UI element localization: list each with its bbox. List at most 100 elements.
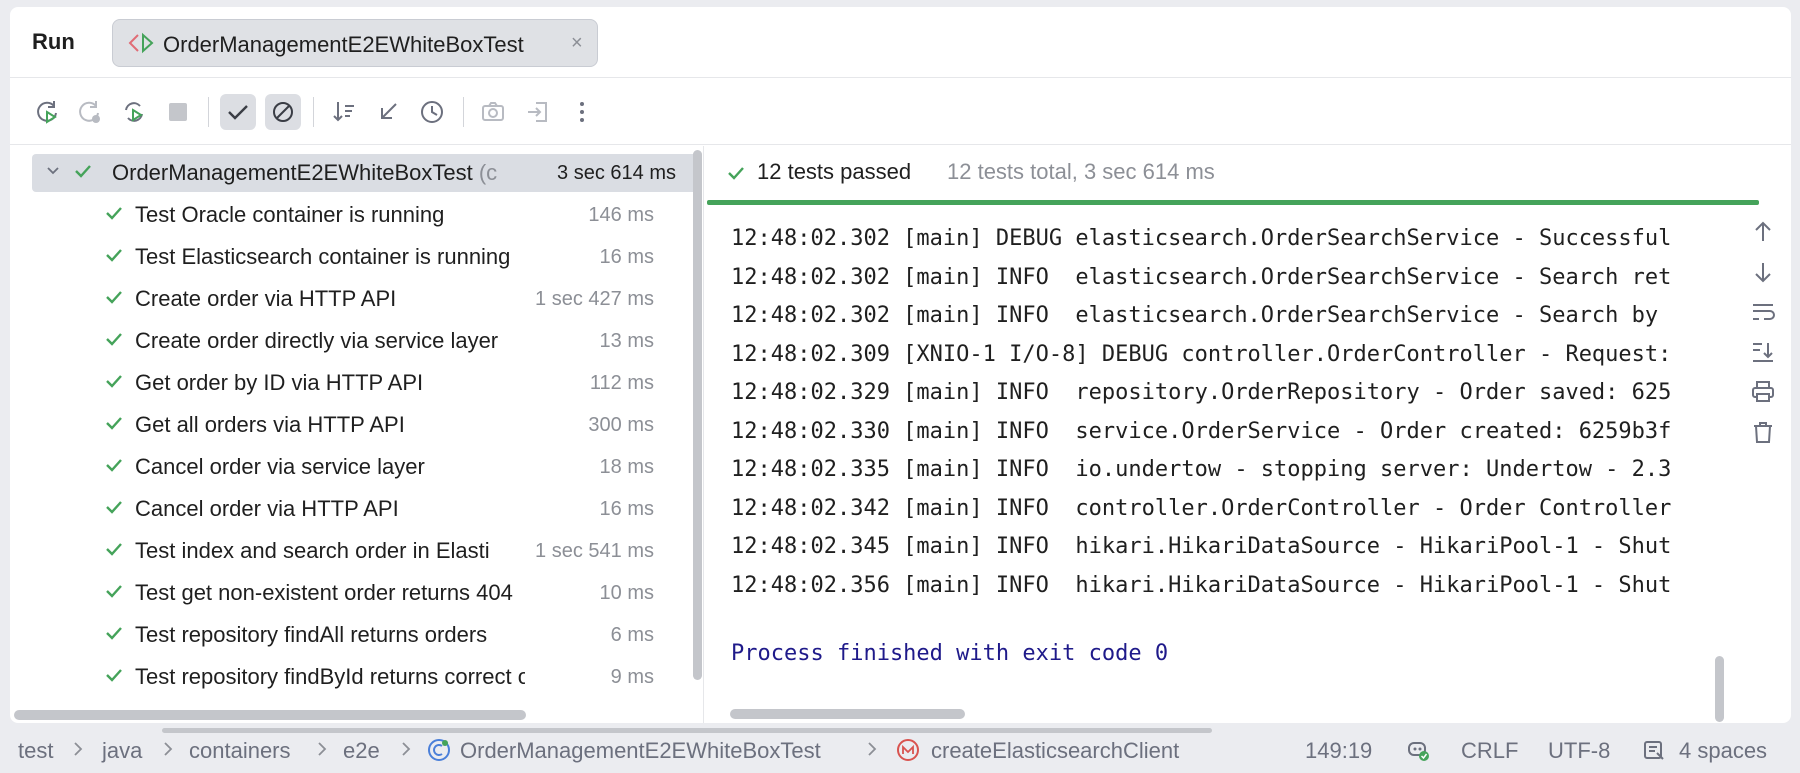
check-icon [106,333,122,346]
chevron-right-icon [402,742,411,756]
history-icon[interactable] [414,94,450,130]
test-row-label: Test Oracle container is running [135,202,445,227]
soft-wrap-icon[interactable] [1745,294,1781,330]
test-row[interactable]: Test Oracle container is running 146 ms [10,196,696,234]
show-ignored-icon[interactable] [265,94,301,130]
test-row[interactable]: Cancel order via HTTP API 16 ms [10,490,696,528]
check-icon [106,459,122,472]
toolbar-divider [208,97,209,127]
test-row-label: Test index and search order in Elasti [135,538,490,563]
caret-position[interactable]: 149:19 [1305,738,1372,764]
chevron-right-icon [868,742,877,756]
breadcrumb-e2e[interactable]: e2e [343,738,380,764]
run-toolbar [10,79,1791,145]
log-line: 12:48:02.345 [main] INFO hikari.HikariDa… [731,534,1672,559]
console-output[interactable]: 12:48:02.302 [main] DEBUG elasticsearch.… [705,206,1735,686]
test-row[interactable]: Create order directly via service layer 1… [10,322,696,360]
line-ending[interactable]: CRLF [1461,738,1518,764]
test-row-label: Get all orders via HTTP API [135,412,405,437]
tree-root-time: 3 sec 614 ms [557,162,676,184]
test-row[interactable]: Test repository findById returns correct… [10,658,696,696]
arrow-down-icon[interactable] [1745,254,1781,290]
check-icon [106,417,122,430]
sort-icon[interactable] [326,94,362,130]
test-row-time: 9 ms [610,666,654,688]
check-icon [106,375,122,388]
close-icon[interactable]: × [571,32,583,55]
show-passed-icon[interactable] [220,94,256,130]
test-status-line: 12 tests passed 12 tests total, 3 sec 61… [705,146,1791,202]
check-icon [106,627,122,640]
test-row-label: Cancel order via service layer [135,454,425,479]
check-icon [106,501,122,514]
trash-icon[interactable] [1745,414,1781,450]
check-icon [75,165,91,178]
more-icon[interactable] [564,94,600,130]
method-icon [897,739,919,761]
tree-vertical-scrollbar[interactable] [693,150,702,680]
chevron-right-icon [318,742,327,756]
collapse-icon[interactable] [370,94,406,130]
rerun-icon[interactable] [30,94,66,130]
status-bar-scrollbar[interactable] [162,728,1212,733]
log-line: 12:48:02.356 [main] INFO hikari.HikariDa… [731,572,1672,598]
test-tree: OrderManagementE2EWhiteBoxTest (c 3 sec … [10,146,704,723]
class-icon [428,739,450,761]
test-row-label: Get order by ID via HTTP API [135,370,424,395]
test-row[interactable]: Test repository findAll returns orders 6 … [10,616,696,654]
test-row-time: 1 sec 427 ms [535,288,654,310]
tab-order-management-test[interactable]: OrderManagementE2EWhiteBoxTest × [112,19,598,67]
test-row[interactable]: Test get non-existent order returns 404 1… [10,574,696,612]
test-row[interactable]: Test index and search order in Elasti 1 s… [10,532,696,570]
indent-icon [1644,741,1664,760]
console-side-toolbar [1745,214,1785,474]
log-line: 12:48:02.302 [main] INFO elasticsearch.O… [731,264,1672,290]
indent-setting[interactable]: 4 spaces [1679,738,1767,764]
test-row-label: Test repository findAll returns orders [135,622,488,647]
scroll-to-end-icon[interactable] [1745,334,1781,370]
ai-assistant-icon[interactable] [1406,738,1430,762]
chevron-down-icon[interactable] [46,166,60,176]
breadcrumb-containers[interactable]: containers [189,738,291,764]
log-line: 12:48:02.302 [main] DEBUG elasticsearch.… [731,226,1672,251]
log-line: 12:48:02.302 [main] INFO elasticsearch.O… [731,303,1672,328]
arrow-up-icon[interactable] [1745,214,1781,250]
tests-total-label: 12 tests total, 3 sec 614 ms [947,159,1215,184]
test-row[interactable]: Create order via HTTP API 1 sec 427 ms [10,280,696,318]
tree-horizontal-scrollbar[interactable] [14,710,526,720]
breadcrumb-class[interactable]: OrderManagementE2EWhiteBoxTest [460,738,821,764]
breadcrumb-java[interactable]: java [102,738,142,764]
test-row[interactable]: Cancel order via service layer 18 ms [10,448,696,486]
chevron-right-icon [164,742,173,756]
log-line: 12:48:02.309 [XNIO-1 I/O-8] DEBUG contro… [731,341,1672,367]
check-icon [106,207,122,220]
run-title: Run [32,29,75,54]
import-icon[interactable] [520,94,556,130]
console-horizontal-scrollbar[interactable] [730,709,965,719]
log-line: 12:48:02.329 [main] INFO repository.Orde… [731,380,1672,405]
test-row-label: Test Elasticsearch container is running [135,244,511,269]
test-row-time: 6 ms [610,624,654,646]
rerun-failed-icon[interactable] [72,94,108,130]
test-row-label: Create order via HTTP API [135,286,397,311]
test-row[interactable]: Get all orders via HTTP API 300 ms [10,406,696,444]
chevron-right-icon [74,742,83,756]
test-row[interactable]: Get order by ID via HTTP API 112 ms [10,364,696,402]
test-progress-bar [707,200,1759,205]
test-row[interactable]: Test Elasticsearch container is running 1… [10,238,696,276]
tab-label: OrderManagementE2EWhiteBoxTest [163,32,524,57]
test-runner-icon [128,32,154,54]
file-encoding[interactable]: UTF-8 [1548,738,1610,764]
console-vertical-scrollbar[interactable] [1715,656,1724,722]
breadcrumb-test[interactable]: test [18,738,53,764]
run-header: Run OrderManagementE2EWhiteBoxTest × [10,7,1791,78]
camera-icon[interactable] [475,94,511,130]
breadcrumb-method[interactable]: createElasticsearchClient [931,738,1179,764]
print-icon[interactable] [1745,374,1781,410]
stop-icon[interactable] [160,94,196,130]
tree-root-row[interactable]: OrderManagementE2EWhiteBoxTest (c 3 sec … [32,154,698,192]
test-row-time: 13 ms [599,330,654,352]
toolbar-divider [313,97,314,127]
check-icon [106,249,122,262]
rerun-auto-icon[interactable] [116,94,152,130]
